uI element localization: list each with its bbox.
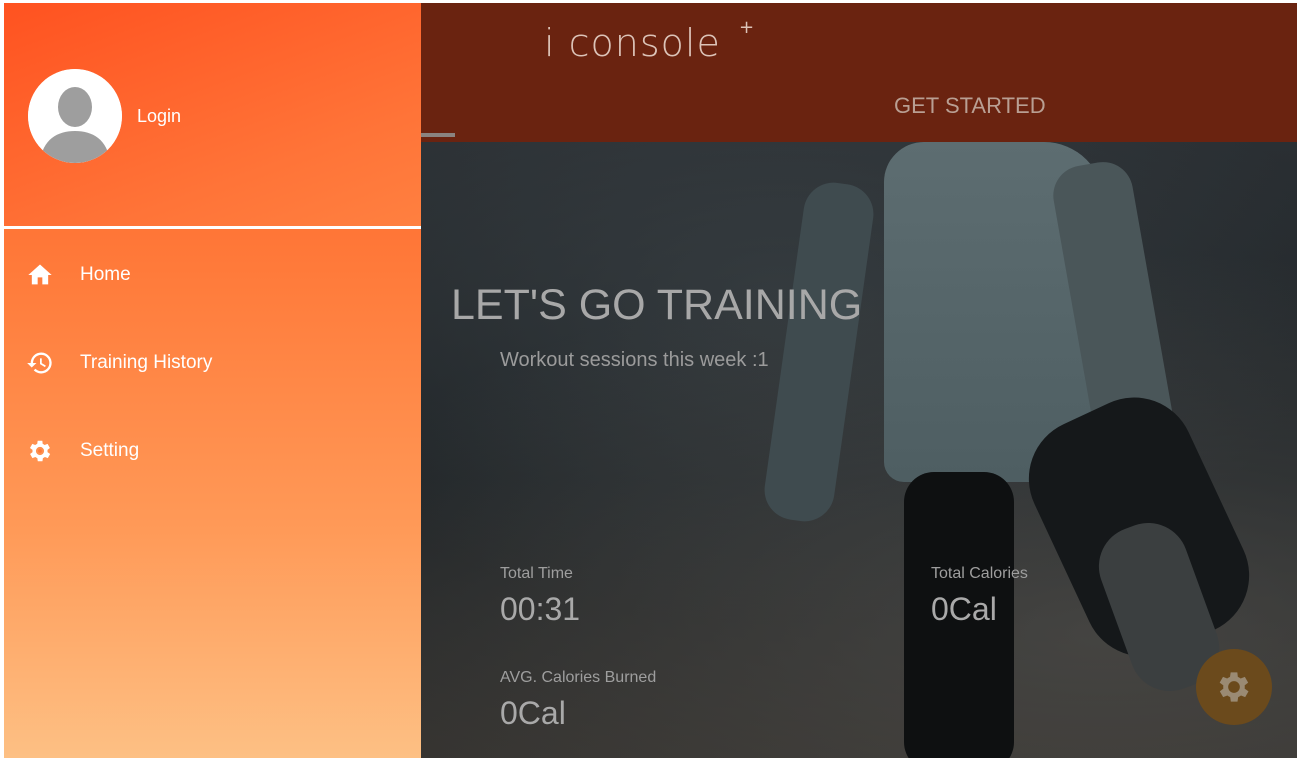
total-calories-value: 0Cal	[931, 591, 997, 627]
drawer-item-setting[interactable]: Setting	[4, 421, 421, 481]
drawer-header: Login	[4, 3, 421, 226]
history-icon	[27, 352, 52, 374]
navigation-drawer: Login Home Training History Setting	[4, 3, 421, 758]
total-time-label: Total Time	[500, 565, 573, 582]
gear-icon	[29, 440, 51, 462]
drawer-divider	[4, 226, 421, 229]
drawer-item-label: Setting	[80, 440, 140, 461]
app-logo: i console	[544, 21, 721, 65]
user-avatar-icon	[28, 69, 122, 163]
avg-calories-value: 0Cal	[500, 695, 566, 731]
drawer-item-label: Home	[80, 264, 131, 285]
login-link[interactable]: Login	[137, 106, 181, 127]
drawer-item-training-history[interactable]: Training History	[4, 333, 421, 393]
total-calories-label: Total Calories	[931, 565, 1028, 582]
tab-get-started[interactable]: GET STARTED	[894, 93, 1046, 119]
hero-headline: LET'S GO TRAINING	[451, 281, 863, 329]
total-time-value: 00:31	[500, 591, 581, 627]
home-icon	[28, 264, 52, 285]
drawer-item-label: Training History	[80, 352, 213, 373]
sessions-this-week: Workout sessions this week :1	[500, 349, 769, 371]
avatar[interactable]	[28, 69, 122, 163]
app-screen: i console + GET STARTED LET'S GO TRAININ…	[4, 3, 1297, 758]
gear-icon	[1219, 672, 1249, 702]
app-logo-plus: +	[739, 17, 755, 38]
drawer-item-home[interactable]: Home	[4, 245, 421, 305]
runner-image-arm	[760, 178, 878, 526]
avg-calories-label: AVG. Calories Burned	[500, 669, 657, 686]
settings-fab[interactable]	[1196, 649, 1272, 725]
